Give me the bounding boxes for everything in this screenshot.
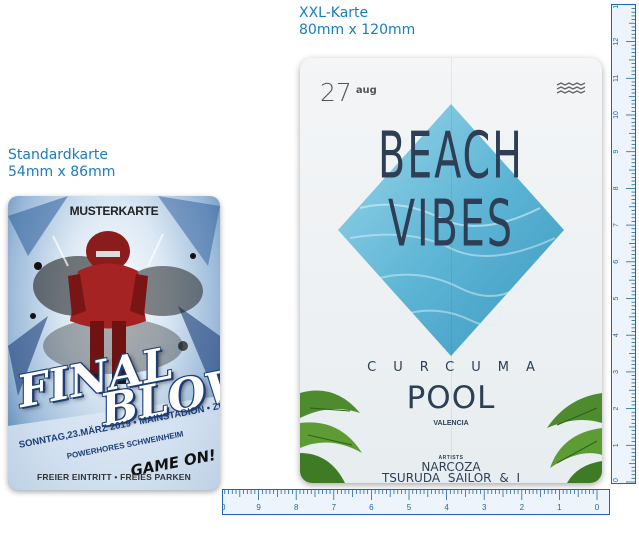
vertical-ruler: 012345678910111213 [611,4,636,484]
ruler-number: 3 [482,503,487,512]
ruler-number: 1 [613,443,620,447]
ruler-number: 2 [613,407,620,411]
ruler-number: 13 [613,4,620,9]
standard-card-image: MUSTERKARTE FINAL BLOW SONNTAG,23.MÄRZ 2… [8,196,220,490]
ruler-number: 3 [613,370,620,374]
xxl-card-title: XXL-Karte [299,5,369,21]
ruler-number: 2 [520,503,525,512]
ruler-number: 9 [613,150,620,154]
ruler-number: 8 [613,186,620,190]
card-footer-text: FREIER EINTRITT • FREIES PARKEN [37,472,191,482]
ruler-number: 0 [595,503,600,512]
waves-icon [556,82,586,94]
ruler-number: 11 [613,75,620,82]
event-day: 27 [320,78,352,107]
xxl-card-size: 80mm x 120mm [299,22,416,38]
headline-word-1: BEACH [378,119,524,194]
card-header-text: MUSTERKARTE [69,204,159,218]
standard-card-size: 54mm x 86mm [8,164,116,180]
xxl-card-label: XXL-Karte 80mm x 120mm [299,5,415,39]
horizontal-ruler: 109876543210 [222,489,610,515]
standard-card-title: Standardkarte [8,147,108,163]
standard-card-label: Standardkarte 54mm x 86mm [8,147,115,181]
ruler-number: 10 [613,111,620,119]
beach-vibes-headline: BEACH VIBES [300,125,602,256]
ruler-number: 1 [557,503,562,512]
ruler-number: 6 [369,503,374,512]
ruler-number: 4 [444,503,449,512]
ruler-number: 0 [613,478,620,482]
ruler-number: 9 [256,503,261,512]
event-date: 27 aug [320,78,377,107]
ruler-number: 10 [222,503,226,512]
headline-word-2: VIBES [387,187,515,262]
event-month: aug [355,85,377,96]
ruler-number: 5 [407,503,412,512]
ruler-number: 6 [613,260,620,264]
ruler-number: 8 [294,503,299,512]
artist-line-2: TSURUDA SAILOR & I [381,471,521,483]
ruler-number: 7 [332,503,337,512]
ruler-number: 12 [613,38,620,46]
ruler-number: 7 [613,223,620,227]
ruler-number: 4 [613,333,620,337]
ruler-number: 5 [613,296,620,300]
xxl-card-image: 27 aug BEACH VIBES CURCUMA POOL VALENCIA … [300,58,602,483]
